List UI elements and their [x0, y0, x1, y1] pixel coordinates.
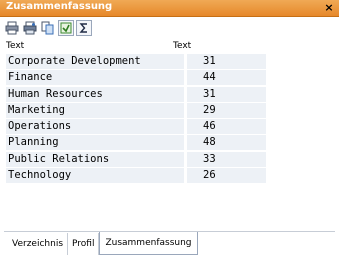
print-preview-icon — [23, 21, 37, 35]
copy-icon — [41, 21, 54, 35]
row-text: Marketing — [8, 103, 65, 116]
row-value: 31 — [203, 87, 216, 100]
row-value-cell: 29 — [187, 102, 266, 119]
row-text-cell: Marketing — [6, 102, 184, 119]
row-value-cell: 33 — [187, 151, 266, 168]
table-row[interactable]: Planning 48 — [6, 135, 266, 152]
tab-verzeichnis[interactable]: Verzeichnis — [8, 233, 69, 255]
row-value: 29 — [203, 103, 216, 116]
export-button[interactable] — [58, 20, 74, 36]
toolbar — [4, 20, 92, 36]
copy-button[interactable] — [40, 20, 56, 36]
table-row[interactable]: Technology 26 — [6, 168, 266, 185]
tab-bar: Verzeichnis Profil Zusammenfassung — [4, 231, 335, 256]
tab-profil[interactable]: Profil — [68, 233, 100, 255]
close-icon[interactable]: × — [323, 0, 335, 15]
row-value-cell: 44 — [187, 70, 266, 87]
row-value: 31 — [203, 55, 216, 67]
row-value: 26 — [203, 169, 216, 182]
table-row[interactable]: Finance 44 — [6, 70, 266, 87]
print-preview-button[interactable] — [22, 20, 38, 36]
row-text-cell: Technology — [6, 168, 184, 185]
sum-button[interactable] — [76, 20, 92, 36]
row-value: 44 — [203, 71, 216, 84]
table-row[interactable]: Operations 46 — [6, 119, 266, 136]
tab-list: Verzeichnis Profil Zusammenfassung — [8, 232, 198, 255]
row-text: Finance — [8, 71, 53, 84]
table-row[interactable]: Human Resources 31 — [6, 86, 266, 103]
row-text: Human Resources — [8, 87, 103, 100]
row-value: 48 — [203, 136, 216, 149]
sum-icon — [79, 23, 87, 33]
row-value: 46 — [203, 120, 216, 133]
column-header-value[interactable]: Text — [173, 41, 191, 51]
table-row[interactable]: Corporate Development 31 — [6, 54, 266, 70]
row-value-cell: 26 — [187, 168, 266, 185]
tab-zusammenfassung[interactable]: Zusammenfassung — [99, 232, 198, 255]
row-text-cell: Corporate Development — [6, 54, 184, 70]
table-row[interactable]: Marketing 29 — [6, 102, 266, 119]
title-bar: Zusammenfassung × — [0, 0, 339, 17]
table-row[interactable]: Public Relations 33 — [6, 151, 266, 168]
print-button[interactable] — [4, 20, 20, 36]
row-value-cell: 31 — [187, 86, 266, 103]
row-value-cell: 48 — [187, 135, 266, 152]
row-text: Planning — [8, 136, 59, 149]
row-value-cell: 46 — [187, 119, 266, 136]
column-headers: Text Text — [0, 40, 339, 54]
column-header-text[interactable]: Text — [6, 41, 24, 51]
data-table: Corporate Development 31 Finance 44 Huma… — [6, 54, 266, 185]
row-text-cell: Human Resources — [6, 86, 184, 103]
print-icon — [5, 21, 19, 35]
row-text-cell: Public Relations — [6, 151, 184, 168]
summary-window: Zusammenfassung × Text Text Corporate De… — [0, 0, 339, 258]
row-text-cell: Finance — [6, 70, 184, 87]
row-text: Technology — [8, 169, 72, 182]
row-text: Corporate Development — [8, 55, 141, 67]
row-value: 33 — [203, 152, 216, 165]
row-value-cell: 31 — [187, 54, 266, 70]
row-text: Public Relations — [8, 152, 110, 165]
row-text-cell: Planning — [6, 135, 184, 152]
row-text-cell: Operations — [6, 119, 184, 136]
window-title: Zusammenfassung — [6, 1, 113, 12]
export-icon — [60, 22, 72, 34]
row-text: Operations — [8, 120, 72, 133]
